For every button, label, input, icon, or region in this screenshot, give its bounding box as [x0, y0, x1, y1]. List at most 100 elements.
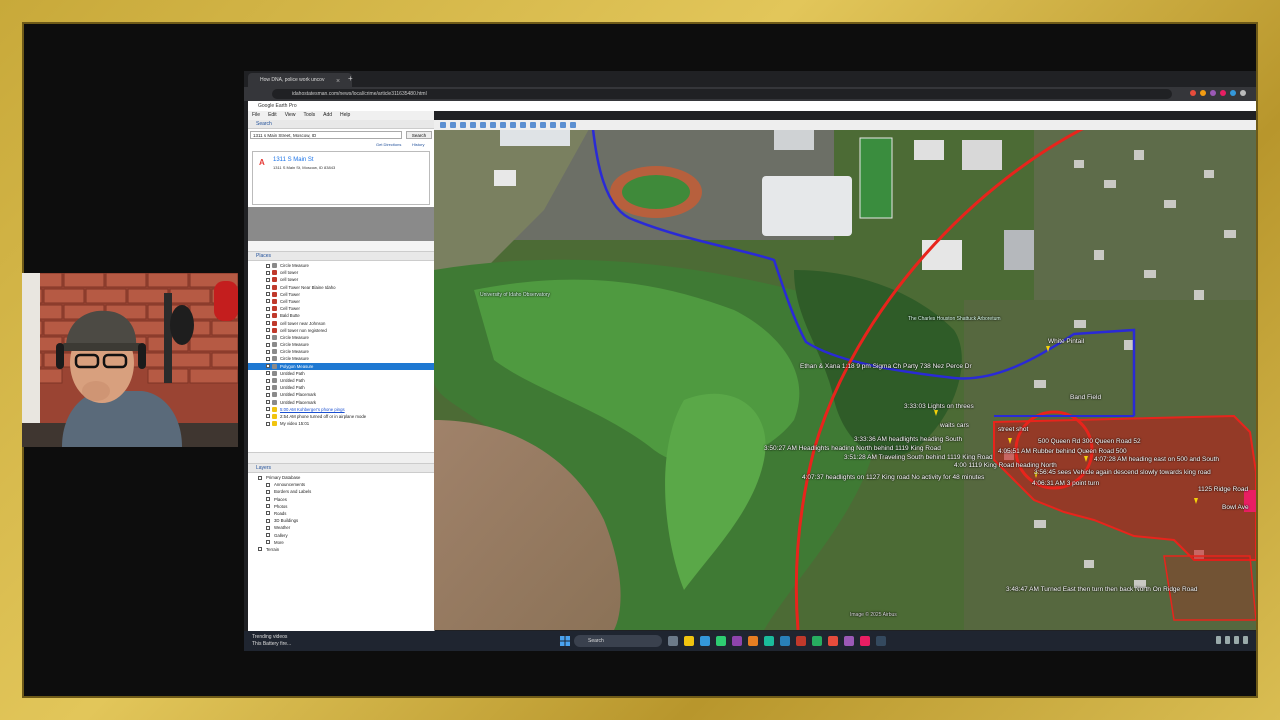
- menu-item-add[interactable]: Add: [323, 111, 332, 120]
- visibility-checkbox[interactable]: [266, 270, 270, 275]
- visibility-checkbox[interactable]: [266, 385, 270, 390]
- tray-icon[interactable]: [1243, 636, 1248, 644]
- visibility-checkbox[interactable]: [266, 407, 270, 412]
- get-directions-link[interactable]: Get Directions: [376, 141, 401, 149]
- places-item[interactable]: My video 15:01: [248, 420, 434, 427]
- hide-sidebar-icon[interactable]: [440, 122, 446, 128]
- app-icon[interactable]: [732, 636, 742, 646]
- layer-item[interactable]: Roads: [248, 510, 434, 517]
- places-item[interactable]: Untitled Placemark: [248, 399, 434, 406]
- map-label-street[interactable]: street shot: [998, 426, 1028, 433]
- print-icon[interactable]: [550, 122, 556, 128]
- google-earth-icon[interactable]: [876, 636, 886, 646]
- ruler-icon[interactable]: [530, 122, 536, 128]
- app-icon[interactable]: [844, 636, 854, 646]
- layer-item[interactable]: Gallery: [248, 532, 434, 539]
- layer-checkbox[interactable]: [266, 518, 270, 523]
- places-item[interactable]: Circle Measure: [248, 262, 434, 269]
- places-item[interactable]: Untitled Path: [248, 370, 434, 377]
- layer-checkbox[interactable]: [266, 533, 270, 537]
- menu-item-help[interactable]: Help: [340, 111, 350, 120]
- places-item[interactable]: cell tower non registered: [248, 327, 434, 334]
- map-label-observatory[interactable]: University of Idaho Observatory: [480, 292, 550, 298]
- file-explorer-icon[interactable]: [684, 636, 694, 646]
- places-item[interactable]: cell tower: [248, 276, 434, 283]
- map-label-white-pintail[interactable]: White Pintail: [1048, 338, 1084, 345]
- map-label-waits[interactable]: waits cars: [940, 422, 969, 429]
- places-item[interactable]: 2:54 AM phone turned off or in airplane …: [248, 413, 434, 420]
- map-label-ridge-road[interactable]: 1125 Ridge Road: [1198, 486, 1248, 493]
- map-label-party[interactable]: Ethan & Xana 1:18 9 pm Sigma Ch Party 73…: [800, 363, 972, 370]
- planets-icon[interactable]: [520, 122, 526, 128]
- map-label-headlights-north[interactable]: 3:50:27 AM Headlights heading North behi…: [764, 445, 941, 452]
- map-label-king-road[interactable]: 4:00 1119 King Road heading North: [954, 462, 1057, 469]
- places-item[interactable]: Circle Measure: [248, 334, 434, 341]
- places-item[interactable]: Bald Butte: [248, 312, 434, 319]
- layer-item[interactable]: Weather: [248, 524, 434, 531]
- search-result[interactable]: A 1311 S Main St 1311 S Main St, Moscow,…: [252, 151, 430, 205]
- visibility-checkbox[interactable]: [266, 292, 270, 297]
- visibility-checkbox[interactable]: [266, 321, 270, 325]
- places-item[interactable]: Polygon Measure: [248, 362, 434, 370]
- layer-item[interactable]: Announcements: [248, 481, 434, 488]
- places-item[interactable]: Cell Tower: [248, 305, 434, 312]
- visibility-checkbox[interactable]: [266, 263, 270, 268]
- places-item[interactable]: cell tower: [248, 269, 434, 276]
- tray-icon[interactable]: [1225, 636, 1230, 644]
- layer-item[interactable]: Primary Database: [248, 474, 434, 481]
- result-title[interactable]: 1311 S Main St: [273, 157, 314, 163]
- places-panel-header[interactable]: Places: [248, 252, 434, 261]
- app-icon[interactable]: [796, 636, 806, 646]
- visibility-checkbox[interactable]: [266, 421, 270, 426]
- save-image-icon[interactable]: [560, 122, 566, 128]
- placemark-tool-icon[interactable]: [450, 122, 456, 128]
- map-label-3-point[interactable]: 4:06:31 AM 3 point turn: [1032, 480, 1099, 487]
- taskbar-search[interactable]: Search: [574, 635, 662, 647]
- news-widget[interactable]: Trending videos This Battery fire...: [252, 634, 291, 648]
- app-icon[interactable]: [828, 636, 838, 646]
- visibility-checkbox[interactable]: [266, 414, 270, 419]
- search-input[interactable]: 1311 s Main Street, Moscow, ID: [250, 131, 402, 139]
- map-label-bowl-ave[interactable]: Bowl Ave: [1222, 504, 1249, 511]
- layer-item[interactable]: Terrain: [248, 546, 434, 553]
- places-item[interactable]: 5:00 AM Kohberger's phone pings: [248, 406, 434, 413]
- menu-item-tools[interactable]: Tools: [303, 111, 315, 120]
- layer-checkbox[interactable]: [266, 497, 270, 502]
- places-item[interactable]: Circle Measure: [248, 341, 434, 348]
- close-icon[interactable]: ×: [336, 75, 340, 87]
- layer-checkbox[interactable]: [266, 504, 270, 509]
- menu-item-edit[interactable]: Edit: [268, 111, 277, 120]
- map-label-lights[interactable]: 3:33:03 Lights on threes: [904, 403, 974, 410]
- map-label-turned[interactable]: 3:48:47 AM Turned East then turn then ba…: [1006, 586, 1198, 593]
- layer-item[interactable]: More: [248, 539, 434, 546]
- path-tool-icon[interactable]: [470, 122, 476, 128]
- layer-checkbox[interactable]: [266, 489, 270, 494]
- menu-item-view[interactable]: View: [285, 111, 296, 120]
- map-label-queen[interactable]: 500 Queen Rd 300 Queen Road 52: [1038, 438, 1141, 445]
- visibility-checkbox[interactable]: [266, 285, 270, 290]
- places-item[interactable]: Untitled Path: [248, 377, 434, 384]
- overlay-tool-icon[interactable]: [480, 122, 486, 128]
- visibility-checkbox[interactable]: [266, 277, 270, 282]
- visibility-checkbox[interactable]: [266, 371, 270, 376]
- map-label-arboretum[interactable]: The Charles Houston Shattuck Arboretum: [908, 316, 1001, 322]
- satellite-map-view[interactable]: University of Idaho Observatory The Char…: [434, 120, 1256, 630]
- app-icon[interactable]: [780, 636, 790, 646]
- chrome-icon[interactable]: [812, 636, 822, 646]
- layer-checkbox[interactable]: [266, 511, 270, 516]
- layer-checkbox[interactable]: [258, 475, 262, 480]
- extension-icon[interactable]: [1230, 90, 1236, 96]
- task-view-icon[interactable]: [668, 636, 678, 646]
- visibility-checkbox[interactable]: [266, 364, 270, 369]
- visibility-checkbox[interactable]: [266, 342, 270, 347]
- sun-icon[interactable]: [510, 122, 516, 128]
- visibility-checkbox[interactable]: [266, 313, 270, 318]
- layer-checkbox[interactable]: [266, 525, 270, 530]
- layer-item[interactable]: Borders and Labels: [248, 488, 434, 495]
- tray-icon[interactable]: [1234, 636, 1239, 644]
- map-label-band-field[interactable]: Band Field: [1070, 394, 1101, 401]
- profile-icon[interactable]: [1240, 90, 1246, 96]
- history-link[interactable]: History: [412, 141, 424, 149]
- visibility-checkbox[interactable]: [266, 306, 270, 311]
- map-label-headlights-south[interactable]: 3:33:36 AM headlights heading South: [854, 436, 962, 443]
